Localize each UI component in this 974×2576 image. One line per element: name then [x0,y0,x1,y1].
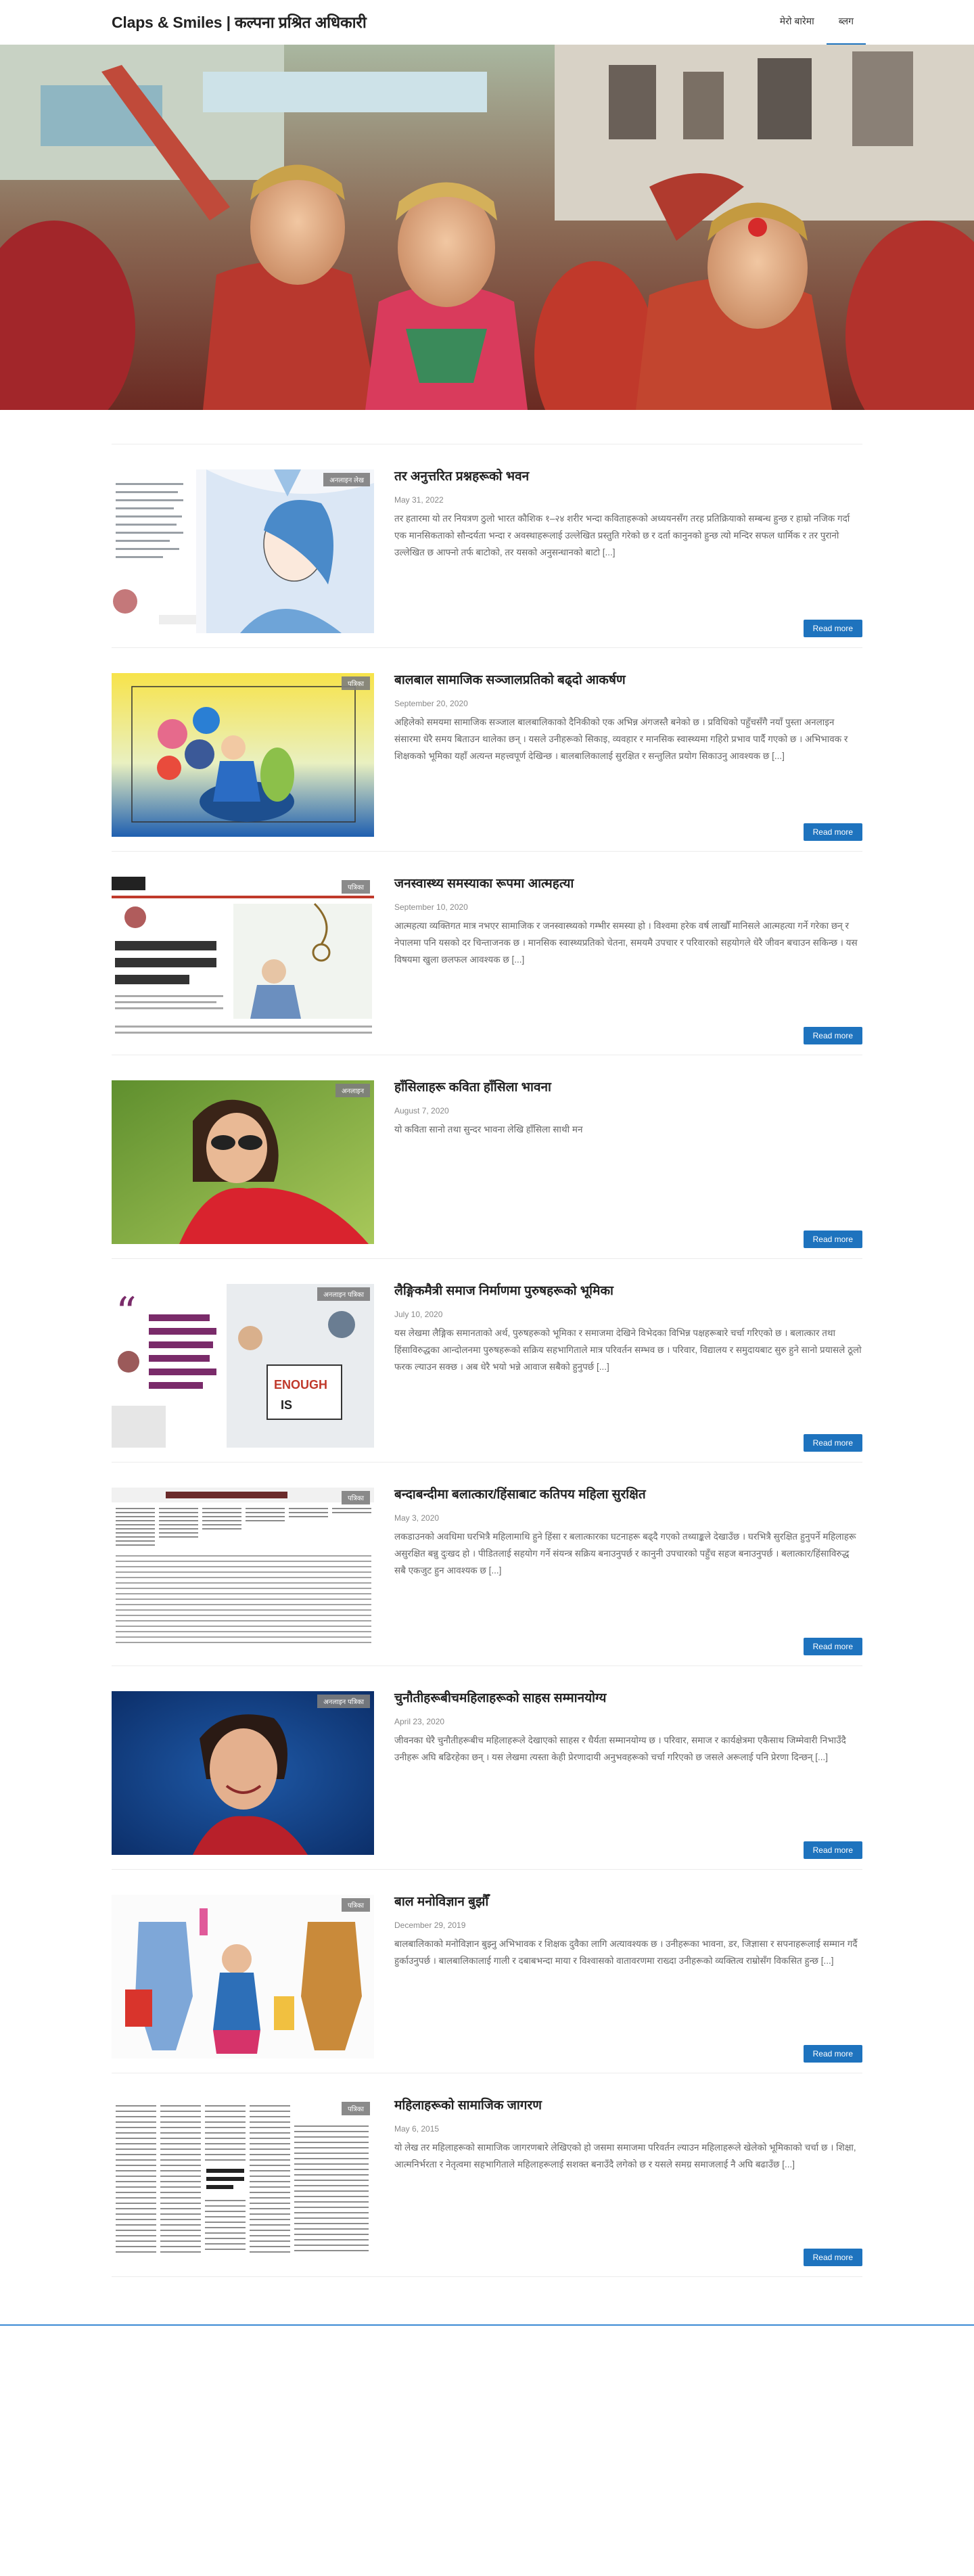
read-more-button[interactable]: Read more [803,1841,862,1859]
post-body: जनस्वास्थ्य समस्याका रूपमा आत्महत्या Sep… [394,875,862,1044]
category-tag[interactable]: पत्रिका [341,1898,370,1912]
post-body: बन्दाबन्दीमा बलात्कार/हिंसाबाट कतिपय महि… [394,1486,862,1655]
read-more-button[interactable]: Read more [803,2045,862,2063]
post-body: लैङ्गिकमैत्री समाज निर्माणमा पुरुषहरूको … [394,1283,862,1452]
category-tag[interactable]: अनलाइन पत्रिका [317,1695,370,1708]
post-thumbnail[interactable]: पत्रिका [112,1488,374,1651]
post-body: महिलाहरूको सामाजिक जागरण May 6, 2015 यो … [394,2097,862,2266]
category-tag[interactable]: पत्रिका [341,880,370,894]
post-list: अनलाइन लेख तर अनुत्तरित प्रश्नहरूको भवन … [112,444,862,2277]
post-item: “ ENOUGH IS अनलाइन पत्रिका लैङ्गिकमैत्री… [112,1259,862,1463]
post-excerpt: तर हतारमा यो तर नियत्रण ठुलो भारत कौशिक … [394,513,850,557]
hero-image [0,45,974,410]
read-more-button[interactable]: Read more [803,2249,862,2266]
post-title[interactable]: तर अनुत्तरित प्रश्नहरूको भवन [394,468,862,486]
post-body: बालबाल सामाजिक सञ्जालप्रतिको बढ्दो आकर्ष… [394,672,862,841]
nav-item-about[interactable]: मेरो बारेमा [768,0,827,43]
post-body: बाल मनोविज्ञान बुझौँ December 29, 2019 ब… [394,1893,862,2063]
post-date: May 6, 2015 [394,2124,440,2134]
post-title[interactable]: हाँसिलाहरू कविता हाँसिला भावना [394,1079,862,1097]
svg-text:ENOUGH: ENOUGH [274,1378,327,1392]
post-item: पत्रिका बन्दाबन्दीमा बलात्कार/हिंसाबाट क… [112,1463,862,1666]
post-date: September 20, 2020 [394,699,468,708]
post-date: May 3, 2020 [394,1513,440,1523]
svg-text:IS: IS [281,1398,292,1412]
post-thumbnail[interactable]: पत्रिका [112,1895,374,2058]
category-tag[interactable]: अनलाइन [335,1084,370,1097]
post-item: पत्रिका बाल मनोविज्ञान बुझौँ December 29… [112,1870,862,2073]
category-tag[interactable]: अनलाइन लेख [323,473,370,486]
post-date: August 7, 2020 [394,1106,449,1116]
post-body: हाँसिलाहरू कविता हाँसिला भावना August 7,… [394,1079,862,1248]
post-title[interactable]: बन्दाबन्दीमा बलात्कार/हिंसाबाट कतिपय महि… [394,1486,862,1504]
read-more-button[interactable]: Read more [803,1027,862,1044]
svg-text:“: “ [116,1289,137,1336]
post-item: अनलाइन पत्रिका चुनौतीहरूबीचमहिलाहरूको सा… [112,1666,862,1870]
main-nav: मेरो बारेमा ब्लग [768,0,866,45]
post-thumbnail[interactable]: “ ENOUGH IS अनलाइन पत्रिका [112,1284,374,1448]
post-body: चुनौतीहरूबीचमहिलाहरूको साहस सम्मानयोग्य … [394,1690,862,1859]
read-more-button[interactable]: Read more [803,1230,862,1248]
post-thumbnail[interactable]: अनलाइन लेख [112,469,374,633]
post-date: July 10, 2020 [394,1310,443,1319]
post-date: April 23, 2020 [394,1717,445,1726]
read-more-button[interactable]: Read more [803,1434,862,1452]
read-more-button[interactable]: Read more [803,1638,862,1655]
post-body: तर अनुत्तरित प्रश्नहरूको भवन May 31, 202… [394,468,862,637]
post-item: अनलाइन लेख तर अनुत्तरित प्रश्नहरूको भवन … [112,444,862,648]
post-thumbnail[interactable]: पत्रिका [112,673,374,837]
post-thumbnail[interactable]: अनलाइन [112,1080,374,1244]
post-title[interactable]: जनस्वास्थ्य समस्याका रूपमा आत्महत्या [394,875,862,893]
site-title[interactable]: Claps & Smiles | कल्पना प्रश्रित अधिकारी [112,11,367,32]
post-title[interactable]: महिलाहरूको सामाजिक जागरण [394,2097,862,2115]
post-excerpt: जीवनका धेरै चुनौतीहरूबीच महिलाहरूले देखा… [394,1735,846,1762]
category-tag[interactable]: पत्रिका [341,2102,370,2115]
post-thumbnail[interactable]: पत्रिका [112,877,374,1040]
category-tag[interactable]: पत्रिका [341,676,370,690]
category-tag[interactable]: पत्रिका [341,1491,370,1504]
post-excerpt: यस लेखमा लैङ्गिक समानताको अर्थ, पुरुषहरू… [394,1328,862,1372]
post-thumbnail[interactable]: अनलाइन पत्रिका [112,1691,374,1855]
post-excerpt: अहिलेको समयमा सामाजिक सञ्जाल बालबालिकाको… [394,717,848,761]
post-excerpt: बालबालिकाको मनोविज्ञान बुझ्नु अभिभावक र … [394,1939,858,1966]
footer-divider [0,2324,974,2326]
post-date: May 31, 2022 [394,495,444,505]
post-excerpt: आत्महत्या व्यक्तिगत मात्र नभएर सामाजिक र… [394,921,858,965]
post-title[interactable]: बालबाल सामाजिक सञ्जालप्रतिको बढ्दो आकर्ष… [394,672,862,689]
post-item: पत्रिका महिलाहरूको सामाजिक जागरण May 6, … [112,2073,862,2277]
post-title[interactable]: लैङ्गिकमैत्री समाज निर्माणमा पुरुषहरूको … [394,1283,862,1300]
post-item: पत्रिका जनस्वास्थ्य समस्याका रूपमा आत्मह… [112,852,862,1055]
post-thumbnail[interactable]: पत्रिका [112,2098,374,2262]
category-tag[interactable]: अनलाइन पत्रिका [317,1287,370,1301]
read-more-button[interactable]: Read more [803,823,862,841]
nav-item-blog[interactable]: ब्लग [826,0,866,45]
post-excerpt: लकडाउनको अवधिमा घरभित्रै महिलामाथि हुने … [394,1532,856,1576]
post-date: December 29, 2019 [394,1920,466,1930]
post-excerpt: यो लेख तर महिलाहरूको सामाजिक जागरणबारे ल… [394,2142,856,2169]
read-more-button[interactable]: Read more [803,620,862,637]
post-item: पत्रिका बालबाल सामाजिक सञ्जालप्रतिको बढ्… [112,648,862,852]
post-title[interactable]: चुनौतीहरूबीचमहिलाहरूको साहस सम्मानयोग्य [394,1690,862,1707]
post-date: September 10, 2020 [394,902,468,912]
post-title[interactable]: बाल मनोविज्ञान बुझौँ [394,1893,862,1911]
post-item: अनलाइन हाँसिलाहरू कविता हाँसिला भावना Au… [112,1055,862,1259]
site-header: Claps & Smiles | कल्पना प्रश्रित अधिकारी… [0,0,974,45]
post-excerpt: यो कविता सानो तथा सुन्दर भावना लेखि हाँस… [394,1124,583,1134]
